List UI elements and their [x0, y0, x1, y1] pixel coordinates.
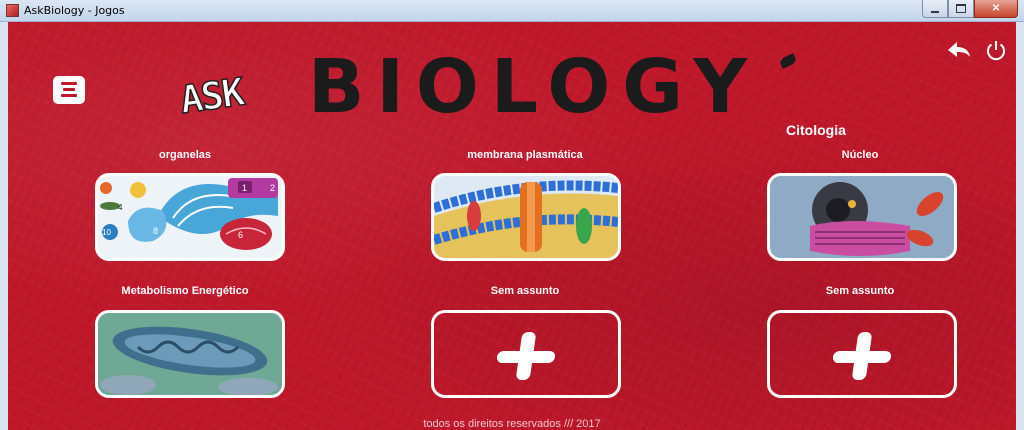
- window-controls: ✕: [922, 0, 1018, 18]
- minimize-icon: [931, 10, 939, 13]
- logo-leaf-icon: [778, 53, 798, 69]
- add-subject-button[interactable]: [767, 310, 957, 398]
- card-label: organelas: [159, 149, 211, 161]
- card-metabolismo-energetico[interactable]: [95, 310, 285, 398]
- card-label: Núcleo: [841, 149, 879, 161]
- footer-text: todos os direitos reservados /// 2017: [423, 418, 601, 430]
- title-bar: AskBiology - Jogos ✕: [0, 0, 1024, 22]
- section-title: Citologia: [786, 122, 846, 138]
- maximize-icon: [956, 4, 966, 13]
- app-window: AskBiology - Jogos ✕ ASK BIOLOGY Citolog…: [0, 0, 1024, 430]
- minimize-button[interactable]: [922, 0, 948, 18]
- organelle-number: 2: [270, 183, 275, 193]
- card-label: membrana plasmática: [467, 149, 583, 161]
- menu-icon-line: [63, 88, 75, 91]
- card-label: Sem assunto: [825, 285, 895, 297]
- plasma-membrane-illustration: [434, 176, 618, 258]
- menu-icon-line: [61, 94, 77, 97]
- power-icon: [987, 41, 1005, 61]
- close-button[interactable]: ✕: [974, 0, 1018, 18]
- power-button[interactable]: [985, 39, 1007, 61]
- close-icon: ✕: [991, 3, 1001, 14]
- back-button[interactable]: [946, 39, 972, 61]
- window-frame-left: [0, 22, 8, 430]
- organelle-number: 8: [153, 226, 158, 236]
- card-nucleo[interactable]: [767, 173, 957, 261]
- main-panel: ASK BIOLOGY Citologia organelas membrana…: [8, 22, 1016, 430]
- organelles-illustration: 1 2 6 8 10 4: [98, 176, 282, 258]
- back-arrow-icon: [948, 42, 970, 57]
- window-frame-right: [1016, 22, 1024, 430]
- mitochondria-illustration: [98, 313, 282, 395]
- organelle-number: 4: [118, 203, 123, 212]
- add-subject-button[interactable]: [431, 310, 621, 398]
- nucleus-illustration: [770, 176, 954, 258]
- app-icon: [6, 4, 19, 17]
- card-label: Sem assunto: [490, 285, 560, 297]
- logo-ask: ASK: [176, 69, 246, 123]
- window-title: AskBiology - Jogos: [24, 4, 125, 17]
- menu-button[interactable]: [53, 76, 85, 104]
- organelle-number: 1: [242, 183, 247, 193]
- maximize-button[interactable]: [948, 0, 974, 18]
- organelle-number: 6: [238, 230, 243, 240]
- card-organelas[interactable]: 1 2 6 8 10 4: [95, 173, 285, 261]
- card-label: Metabolismo Energético: [121, 285, 249, 297]
- card-membrana-plasmatica[interactable]: [431, 173, 621, 261]
- menu-icon: [61, 82, 77, 85]
- logo-biology: BIOLOGY: [308, 44, 759, 130]
- organelle-number: 10: [102, 228, 111, 237]
